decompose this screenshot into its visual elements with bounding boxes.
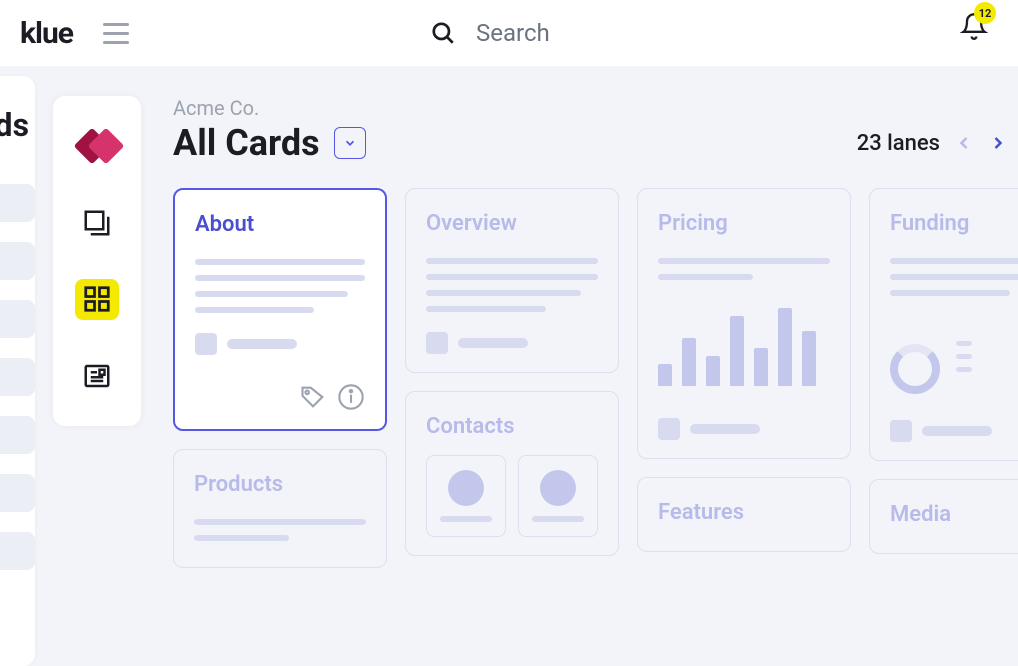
page-title: All Cards — [173, 122, 320, 164]
contact-placeholder — [426, 455, 506, 537]
card-about[interactable]: About — [173, 188, 387, 431]
stack-icon[interactable] — [75, 203, 119, 244]
card-title: Features — [658, 500, 830, 525]
notifications-button[interactable]: 12 — [960, 12, 988, 44]
main-content: Acme Co. All Cards 23 lanes About — [141, 66, 1018, 666]
card-features[interactable]: Features — [637, 477, 851, 552]
card-products[interactable]: Products — [173, 449, 387, 568]
app-header: klue Search 12 — [0, 0, 1018, 66]
search-placeholder: Search — [476, 19, 550, 47]
tag-icon[interactable] — [299, 383, 327, 411]
breadcrumb[interactable]: Acme Co. — [173, 96, 1018, 120]
competitor-icon[interactable] — [75, 126, 119, 167]
lanes-container: About Products — [173, 188, 1018, 568]
title-row: All Cards 23 lanes — [173, 122, 1018, 164]
rail-stub-item[interactable] — [0, 358, 35, 396]
rail-stub-item[interactable] — [0, 184, 35, 222]
card-overview[interactable]: Overview — [405, 188, 619, 373]
info-icon[interactable] — [337, 383, 365, 411]
chevron-right-icon — [988, 133, 1008, 153]
chevron-left-icon — [954, 133, 974, 153]
rail-stub-item[interactable] — [0, 532, 35, 570]
lanes-next[interactable] — [988, 133, 1008, 153]
card-title: Pricing — [658, 211, 830, 236]
chevron-down-icon — [343, 136, 357, 150]
card-media[interactable]: Media — [869, 479, 1018, 554]
truncated-heading: ds — [0, 106, 35, 144]
card-title: Products — [194, 472, 366, 497]
card-title: Funding — [890, 211, 1018, 236]
title-dropdown[interactable] — [334, 127, 366, 159]
rail-stub-item[interactable] — [0, 242, 35, 280]
rail-stub-item[interactable] — [0, 416, 35, 454]
card-title: Media — [890, 502, 1018, 527]
view-rail — [53, 96, 141, 426]
donut-chart-placeholder — [890, 344, 940, 394]
search-icon — [430, 20, 456, 46]
cards-grid-icon[interactable] — [75, 279, 119, 320]
rail-stub-item[interactable] — [0, 474, 35, 512]
card-title: Overview — [426, 211, 598, 236]
lanes-info: 23 lanes — [857, 131, 1008, 156]
news-icon[interactable] — [75, 356, 119, 397]
lane: Funding Media — [869, 188, 1018, 568]
card-funding[interactable]: Funding — [869, 188, 1018, 461]
search-input[interactable]: Search — [430, 19, 550, 47]
card-title: About — [195, 212, 365, 237]
card-pricing[interactable]: Pricing — [637, 188, 851, 459]
notification-badge: 12 — [974, 2, 996, 24]
lane: About Products — [173, 188, 387, 568]
lanes-prev[interactable] — [954, 133, 974, 153]
left-rail-truncated: ds — [0, 76, 35, 666]
lanes-count-label: 23 lanes — [857, 131, 940, 156]
card-contacts[interactable]: Contacts — [405, 391, 619, 556]
lane: Overview Contacts — [405, 188, 619, 568]
rail-stub-item[interactable] — [0, 300, 35, 338]
card-title: Contacts — [426, 414, 598, 439]
menu-icon[interactable] — [103, 23, 129, 44]
contact-placeholder — [518, 455, 598, 537]
lane: Pricing Features — [637, 188, 851, 568]
logo[interactable]: klue — [20, 16, 73, 51]
